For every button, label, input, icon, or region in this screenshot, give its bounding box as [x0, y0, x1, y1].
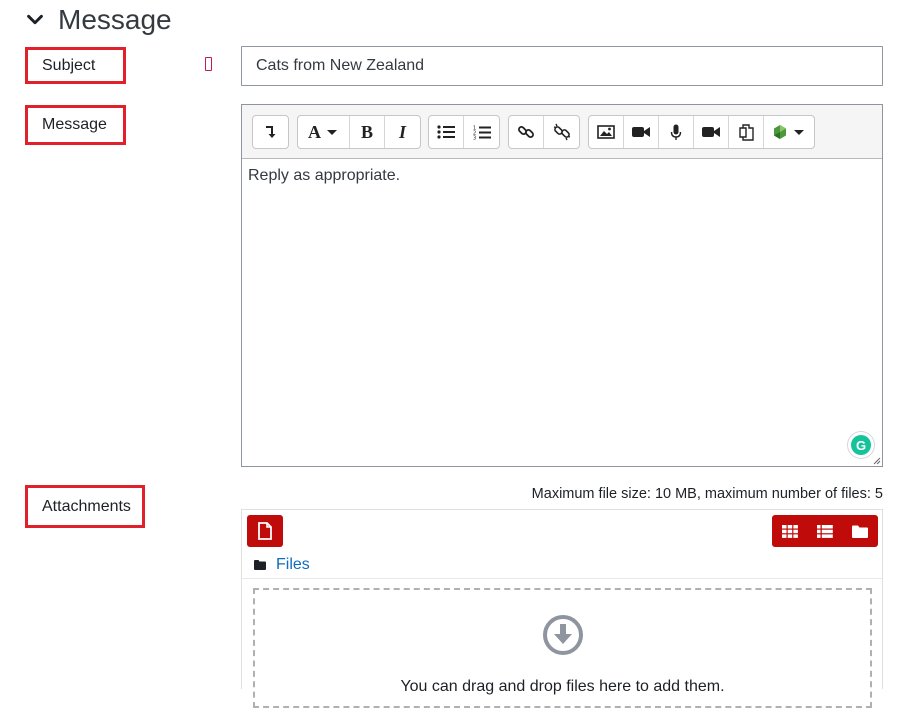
message-editor: A B I 1 2 3 Reply as appropriate. G	[241, 104, 883, 467]
subject-input[interactable]	[241, 46, 883, 86]
video-button[interactable]	[624, 116, 659, 148]
list-icon	[817, 524, 833, 538]
files-folder-link[interactable]: Files	[276, 556, 310, 574]
section-title: Message	[58, 4, 172, 35]
view-toggle-group	[772, 515, 878, 547]
manage-files-button[interactable]	[729, 116, 764, 148]
attachments-label: Attachments	[25, 485, 145, 528]
attachments-label-text: Attachments	[42, 497, 131, 515]
unordered-list-button[interactable]	[429, 116, 464, 148]
record-audio-button[interactable]	[659, 116, 694, 148]
file-dropzone[interactable]: You can drag and drop files here to add …	[253, 588, 872, 708]
ordered-list-icon: 1 2 3	[473, 125, 491, 140]
add-file-button[interactable]	[247, 515, 283, 547]
chevron-down-icon	[27, 14, 43, 25]
section-header[interactable]: Message	[24, 2, 172, 38]
toolbar-group-collapse	[252, 115, 289, 149]
video-record-icon	[702, 127, 720, 137]
collapse-toggle-button[interactable]	[253, 116, 288, 148]
unlink-icon	[553, 123, 570, 141]
svg-text:3: 3	[473, 135, 476, 140]
image-icon	[597, 125, 615, 139]
arrow-down-collapse-icon	[265, 126, 275, 138]
message-content-text: Reply as appropriate.	[248, 167, 401, 184]
grid-icon	[782, 524, 798, 538]
link-button[interactable]	[509, 116, 544, 148]
file-picker: Files You can drag and drop files here t…	[241, 509, 883, 708]
svg-text:B: B	[361, 123, 373, 141]
font-style-icon: A	[308, 123, 337, 141]
bold-button[interactable]: B	[350, 116, 385, 148]
toolbar-group-media	[588, 115, 815, 149]
h5p-icon	[774, 125, 804, 139]
ordered-list-button[interactable]: 1 2 3	[464, 116, 499, 148]
grammarly-icon: G	[851, 435, 871, 455]
divider	[242, 578, 882, 579]
unordered-list-icon	[437, 125, 455, 139]
svg-text:I: I	[398, 123, 407, 141]
message-label-text: Message	[42, 116, 107, 133]
italic-button[interactable]: I	[385, 116, 420, 148]
download-arrow-icon	[543, 615, 583, 655]
message-content-area[interactable]: Reply as appropriate. G	[242, 159, 882, 466]
toolbar-group-text: A B I	[297, 115, 421, 149]
image-button[interactable]	[589, 116, 624, 148]
view-tree-button[interactable]	[843, 515, 878, 547]
file-path-breadcrumb: Files	[254, 554, 310, 576]
max-file-info: Maximum file size: 10 MB, maximum number…	[531, 486, 883, 502]
record-video-button[interactable]	[694, 116, 729, 148]
link-icon	[518, 126, 534, 138]
folder-icon	[254, 560, 266, 570]
folder-icon	[852, 525, 868, 538]
microphone-icon	[670, 124, 682, 140]
video-camera-icon	[632, 127, 650, 137]
subject-label: Subject	[25, 47, 126, 84]
view-list-button[interactable]	[808, 515, 843, 547]
font-style-dropdown[interactable]: A	[298, 116, 350, 148]
svg-text:A: A	[308, 123, 321, 141]
bold-icon: B	[361, 123, 373, 141]
h5p-dropdown[interactable]	[764, 116, 814, 148]
required-icon	[205, 57, 215, 75]
subject-label-text: Subject	[42, 56, 96, 74]
toolbar-group-links	[508, 115, 580, 149]
copy-files-icon	[738, 123, 754, 141]
toolbar-group-lists: 1 2 3	[428, 115, 500, 149]
message-label: Message	[25, 105, 126, 145]
resize-handle-icon[interactable]	[871, 455, 881, 465]
view-icons-button[interactable]	[773, 515, 808, 547]
file-icon	[258, 522, 272, 540]
unlink-button[interactable]	[544, 116, 579, 148]
editor-toolbar: A B I 1 2 3	[242, 105, 882, 159]
italic-icon: I	[398, 123, 407, 141]
dropzone-text: You can drag and drop files here to add …	[400, 678, 725, 695]
